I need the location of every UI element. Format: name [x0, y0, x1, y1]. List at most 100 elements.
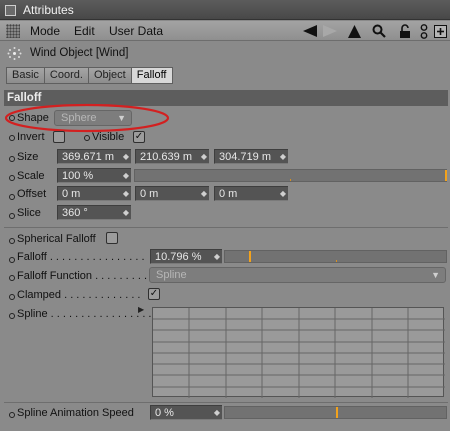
slice-value: 360 °	[62, 207, 88, 219]
offset-x-field[interactable]: 0 m ◆	[57, 186, 131, 201]
offset-z-field[interactable]: 0 m ◆	[214, 186, 288, 201]
spinner-icon[interactable]: ◆	[123, 149, 129, 164]
spinner-icon[interactable]: ◆	[201, 186, 207, 201]
spline-editor[interactable]	[152, 307, 445, 398]
spinner-icon[interactable]: ◆	[123, 205, 129, 220]
hierarchy-icon[interactable]	[416, 23, 432, 39]
checkmark-icon: ✓	[134, 131, 144, 142]
lock-icon[interactable]	[397, 23, 413, 39]
offset-z-value: 0 m	[219, 188, 238, 200]
spinner-icon[interactable]: ◆	[214, 405, 220, 420]
offset-x-value: 0 m	[62, 188, 81, 200]
falloff-function-value: Spline	[156, 269, 187, 281]
offset-y-field[interactable]: 0 m ◆	[135, 186, 209, 201]
slider-tick	[290, 179, 291, 181]
size-x-field[interactable]: 369.671 m ◆	[57, 149, 131, 164]
tab-coord[interactable]: Coord.	[43, 67, 89, 84]
slider-center-marker[interactable]	[336, 407, 338, 418]
spline-label-text: Spline	[17, 308, 48, 320]
scale-slider[interactable]	[134, 169, 447, 182]
spherical-falloff-checkbox[interactable]	[106, 232, 118, 244]
checkmark-icon: ✓	[149, 288, 159, 299]
size-label: Size	[17, 151, 39, 163]
menu-edit[interactable]: Edit	[74, 24, 95, 38]
spinner-icon[interactable]: ◆	[214, 249, 220, 264]
divider	[4, 227, 448, 228]
tab-object[interactable]: Object	[87, 67, 132, 84]
search-icon[interactable]	[371, 23, 387, 39]
spinner-icon[interactable]: ◆	[123, 168, 129, 183]
spline-animation-speed-value: 0 %	[155, 407, 174, 419]
menu-mode[interactable]: Mode	[30, 24, 60, 38]
slider-marker[interactable]	[445, 170, 447, 181]
new-panel-icon[interactable]	[432, 23, 448, 39]
window-menu-icon[interactable]	[5, 5, 16, 16]
animation-dot-icon[interactable]	[9, 194, 15, 200]
menu-bar: Mode Edit User Data	[0, 21, 450, 41]
animation-dot-icon[interactable]	[9, 135, 15, 141]
chevron-down-icon: ▼	[117, 113, 126, 123]
scale-value: 100 %	[62, 170, 94, 182]
slider-tick	[336, 260, 337, 262]
animation-dot-icon[interactable]	[9, 313, 15, 319]
animation-dot-icon[interactable]	[9, 156, 15, 162]
tab-basic[interactable]: Basic	[6, 67, 45, 84]
object-header: Wind Object [Wind]	[0, 42, 450, 64]
size-y-value: 210.639 m	[140, 151, 192, 163]
slice-label: Slice	[17, 207, 41, 219]
tab-falloff[interactable]: Falloff	[130, 67, 173, 84]
slice-field[interactable]: 360 ° ◆	[57, 205, 131, 220]
spline-animation-speed-label: Spline Animation Speed	[17, 407, 134, 419]
falloff-label: Falloff . . . . . . . . . . . . . . . .	[17, 251, 145, 263]
shape-label: Shape	[17, 112, 49, 124]
clamped-checkbox[interactable]: ✓	[148, 288, 160, 300]
expand-arrow-icon[interactable]: ▶	[138, 305, 144, 314]
scale-field[interactable]: 100 % ◆	[57, 168, 131, 183]
animation-dot-icon[interactable]	[9, 238, 15, 244]
arrow-right-icon[interactable]	[322, 23, 338, 39]
clamped-label-text: Clamped	[17, 289, 62, 301]
size-y-field[interactable]: 210.639 m ◆	[135, 149, 209, 164]
animation-dot-icon[interactable]	[9, 175, 15, 181]
animation-dot-icon[interactable]	[9, 213, 15, 219]
size-z-value: 304.719 m	[219, 151, 271, 163]
arrow-up-icon[interactable]	[346, 23, 362, 39]
size-x-value: 369.671 m	[62, 151, 114, 163]
grip-icon[interactable]	[6, 24, 20, 38]
falloff-slider-marker[interactable]	[249, 251, 251, 262]
spinner-icon[interactable]: ◆	[280, 149, 286, 164]
wind-object-icon	[7, 46, 22, 61]
animation-dot-icon[interactable]	[84, 135, 90, 141]
chevron-down-icon: ▼	[431, 270, 440, 280]
falloff-field[interactable]: 10.796 % ◆	[150, 249, 222, 264]
menu-user-data[interactable]: User Data	[109, 24, 163, 38]
spline-label: Spline . . . . . . . . . . . . . . . . .	[17, 308, 152, 320]
offset-y-value: 0 m	[140, 188, 159, 200]
spinner-icon[interactable]: ◆	[123, 186, 129, 201]
spline-animation-speed-slider[interactable]	[224, 406, 447, 419]
size-z-field[interactable]: 304.719 m ◆	[214, 149, 288, 164]
falloff-function-dropdown[interactable]: Spline ▼	[149, 267, 446, 283]
falloff-value: 10.796 %	[155, 251, 202, 263]
animation-dot-icon[interactable]	[9, 294, 15, 300]
title-bar: Attributes	[0, 0, 450, 20]
tab-bar: Basic Coord. Object Falloff	[6, 67, 173, 84]
offset-label: Offset	[17, 188, 47, 200]
animation-dot-icon[interactable]	[9, 275, 15, 281]
invert-checkbox[interactable]	[53, 131, 65, 143]
animation-dot-icon[interactable]	[9, 115, 15, 121]
spinner-icon[interactable]: ◆	[280, 186, 286, 201]
spherical-falloff-label: Spherical Falloff	[17, 233, 96, 245]
scale-label: Scale	[17, 170, 45, 182]
arrow-left-icon[interactable]	[302, 23, 318, 39]
spline-grid-lines	[153, 308, 445, 398]
animation-dot-icon[interactable]	[9, 257, 15, 263]
falloff-slider[interactable]	[224, 250, 447, 263]
spline-animation-speed-field[interactable]: 0 % ◆	[150, 405, 222, 420]
visible-checkbox[interactable]: ✓	[133, 131, 145, 143]
shape-dropdown[interactable]: Sphere ▼	[54, 110, 132, 126]
spinner-icon[interactable]: ◆	[201, 149, 207, 164]
animation-dot-icon[interactable]	[9, 412, 15, 418]
invert-label: Invert	[17, 131, 45, 143]
visible-label: Visible	[92, 131, 125, 143]
